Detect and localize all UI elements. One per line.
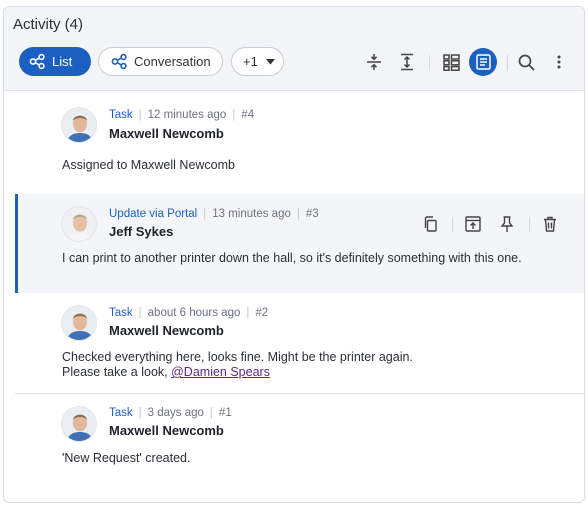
entry-author: Maxwell Newcomb	[109, 423, 224, 438]
list-view-label: List	[52, 54, 73, 69]
entry-time: 12 minutes ago	[147, 109, 227, 121]
entry-body: I can print to another printer down the …	[62, 251, 522, 265]
search-icon[interactable]	[515, 51, 537, 73]
collapse-all-icon[interactable]	[363, 51, 385, 73]
expand-all-icon[interactable]	[396, 51, 418, 73]
separator: |	[232, 109, 236, 121]
activity-entry[interactable]: Task | 12 minutes ago | #4 Maxwell Newco…	[4, 92, 584, 194]
user-mention-link[interactable]: @Damien Spears	[171, 365, 270, 379]
entry-author: Jeff Sykes	[109, 224, 174, 239]
activity-entry[interactable]: Task | about 6 hours ago | #2 Maxwell Ne…	[4, 293, 584, 393]
entry-type: Task	[109, 407, 133, 419]
avatar	[61, 406, 97, 442]
trash-icon[interactable]	[540, 214, 560, 234]
entry-body-line: Checked everything here, looks fine. Mig…	[62, 350, 413, 364]
grid-view-icon[interactable]	[440, 51, 462, 73]
toolbar-divider	[429, 55, 430, 71]
entry-type: Task	[109, 307, 133, 319]
toolbar: List Conversation +1	[4, 47, 584, 77]
activity-entry-selected[interactable]: Update via Portal | 13 minutes ago | #3 …	[15, 194, 584, 293]
separator: |	[246, 307, 250, 319]
action-divider	[452, 217, 453, 232]
pin-icon[interactable]	[497, 214, 517, 234]
conversation-view-button[interactable]: Conversation	[98, 47, 223, 76]
entry-meta: Task | 12 minutes ago | #4	[109, 109, 254, 121]
action-divider	[529, 217, 530, 232]
document-list-icon	[475, 54, 491, 70]
share-nodes-icon	[29, 53, 45, 70]
entry-author: Maxwell Newcomb	[109, 323, 224, 338]
separator: |	[138, 307, 142, 319]
more-views-label: +1	[243, 54, 258, 69]
entry-time: 13 minutes ago	[212, 208, 291, 220]
activity-panel: Activity (4) List Conversation +1 Task |…	[3, 6, 585, 503]
entry-number: #2	[255, 307, 269, 319]
separator: |	[203, 208, 207, 220]
entry-body: Assigned to Maxwell Newcomb	[62, 158, 235, 172]
move-up-icon[interactable]	[463, 214, 483, 234]
share-nodes-icon	[111, 53, 127, 70]
entry-number: #4	[241, 109, 255, 121]
entry-time: 3 days ago	[147, 407, 204, 419]
entry-body-line: Please take a look, @Damien Spears	[62, 365, 413, 380]
entry-body: Checked everything here, looks fine. Mig…	[62, 350, 413, 380]
entry-meta: Update via Portal | 13 minutes ago | #3	[109, 208, 319, 220]
separator: |	[138, 109, 142, 121]
more-options-icon[interactable]	[548, 51, 570, 73]
more-views-dropdown[interactable]: +1	[231, 47, 284, 76]
entry-number: #1	[218, 407, 232, 419]
separator: |	[138, 407, 142, 419]
toolbar-divider	[507, 55, 508, 71]
conversation-view-label: Conversation	[134, 54, 211, 69]
avatar	[61, 206, 97, 242]
panel-title: Activity (4)	[13, 16, 84, 33]
entry-author: Maxwell Newcomb	[109, 126, 224, 141]
separator: |	[209, 407, 213, 419]
panel-header: Activity (4) List Conversation +1	[4, 7, 584, 91]
avatar	[61, 305, 97, 341]
caret-down-icon	[265, 58, 275, 64]
copy-icon[interactable]	[420, 214, 440, 234]
avatar	[61, 107, 97, 143]
separator: |	[296, 208, 300, 220]
entry-type: Update via Portal	[109, 208, 198, 220]
entry-time: about 6 hours ago	[147, 307, 241, 319]
entry-number: #3	[305, 208, 319, 220]
list-view-button[interactable]: List	[19, 47, 91, 76]
entry-meta: Task | about 6 hours ago | #2	[109, 307, 268, 319]
activity-entry[interactable]: Task | 3 days ago | #1 Maxwell Newcomb '…	[4, 394, 584, 502]
entry-body: 'New Request' created.	[62, 451, 191, 465]
entry-body-text: Please take a look,	[62, 365, 172, 379]
detail-view-button[interactable]	[469, 48, 497, 76]
entry-type: Task	[109, 109, 133, 121]
entry-meta: Task | 3 days ago | #1	[109, 407, 232, 419]
